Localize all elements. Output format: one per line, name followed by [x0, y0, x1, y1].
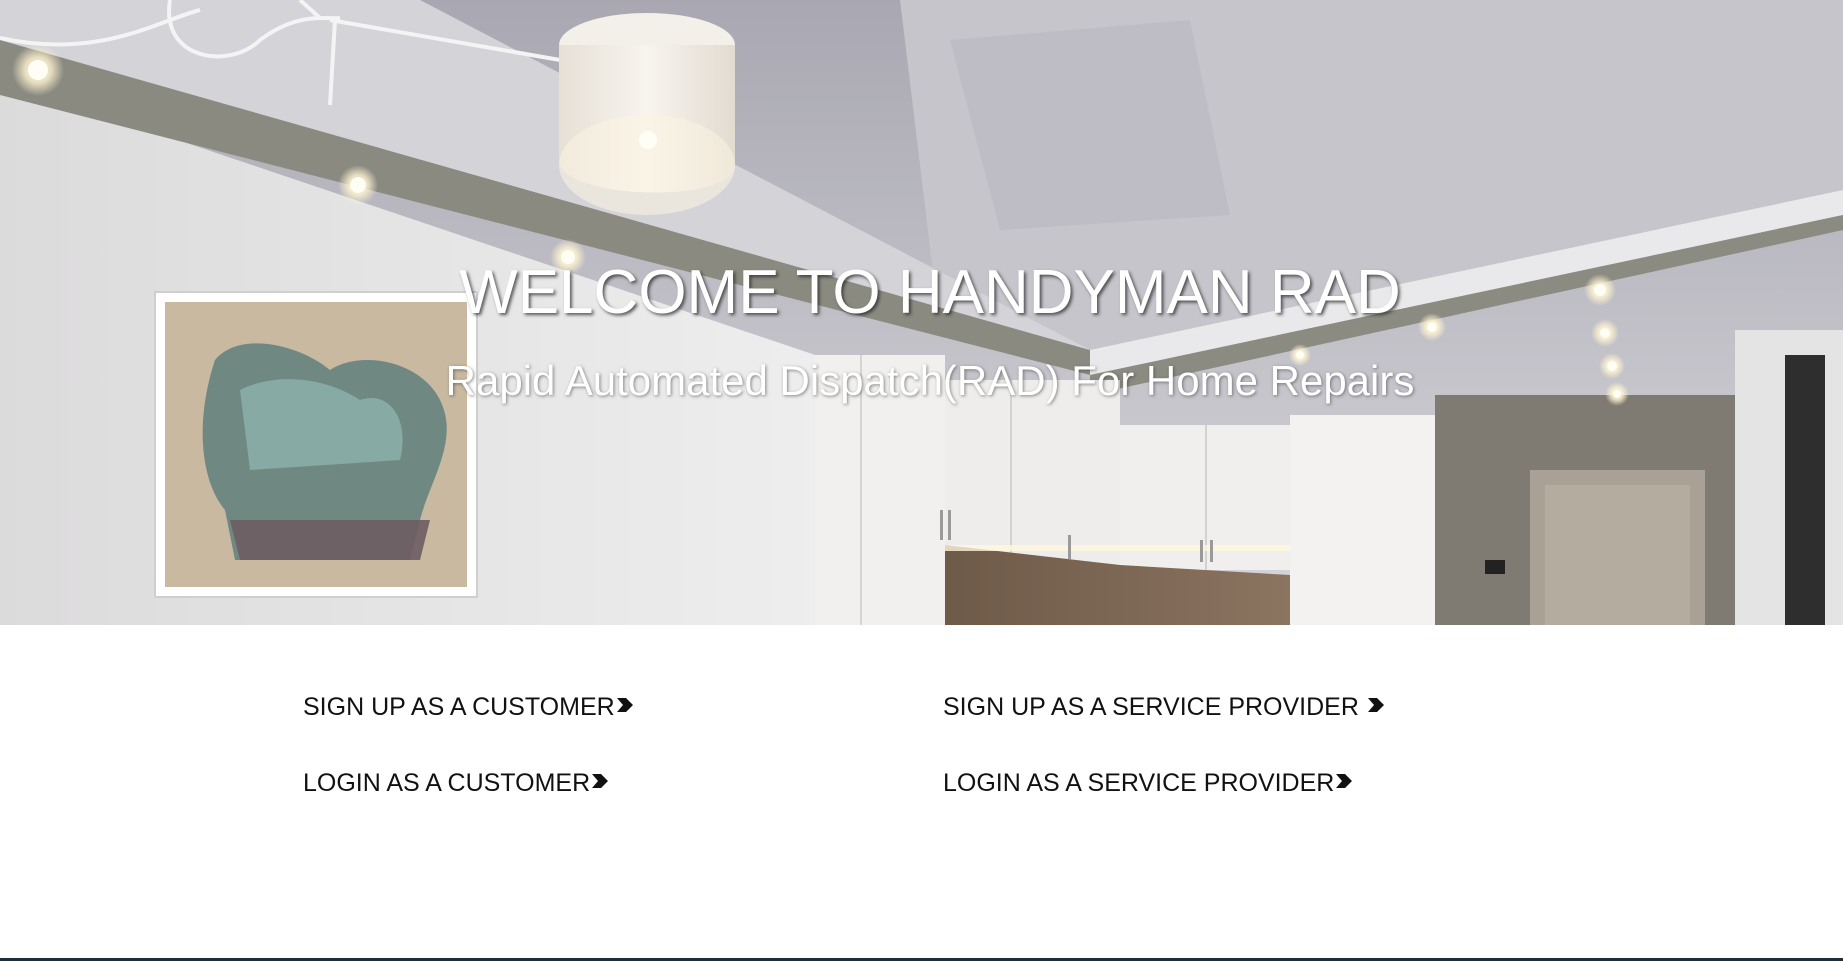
login-customer-link[interactable]: LOGIN AS A CUSTOMER: [303, 771, 609, 796]
signup-provider-label: SIGN UP AS A SERVICE PROVIDER: [943, 693, 1359, 721]
chevron-right-icon: [592, 773, 609, 789]
chevron-right-icon: [1336, 773, 1353, 789]
hero-text-overlay: WELCOME TO HANDYMAN RAD Rapid Automated …: [0, 0, 1843, 625]
signup-customer-label: SIGN UP AS A CUSTOMER: [303, 693, 615, 721]
chevron-right-icon: [1367, 697, 1385, 713]
chevron-right-icon: [616, 697, 634, 713]
login-provider-link[interactable]: LOGIN AS A SERVICE PROVIDER: [943, 771, 1353, 796]
login-customer-label: LOGIN AS A CUSTOMER: [303, 769, 591, 797]
hero-subtitle: Rapid Automated Dispatch(RAD) For Home R…: [445, 357, 1415, 404]
hero-title: WELCOME TO HANDYMAN RAD: [459, 258, 1401, 327]
signup-provider-link[interactable]: SIGN UP AS A SERVICE PROVIDER: [943, 695, 1385, 720]
hero-banner: WELCOME TO HANDYMAN RAD Rapid Automated …: [0, 0, 1843, 625]
landing-page: WELCOME TO HANDYMAN RAD Rapid Automated …: [0, 0, 1843, 961]
login-provider-label: LOGIN AS A SERVICE PROVIDER: [943, 769, 1335, 797]
signup-customer-link[interactable]: SIGN UP AS A CUSTOMER: [303, 695, 634, 720]
auth-links: SIGN UP AS A CUSTOMER SIGN UP AS A SERVI…: [0, 625, 1843, 961]
